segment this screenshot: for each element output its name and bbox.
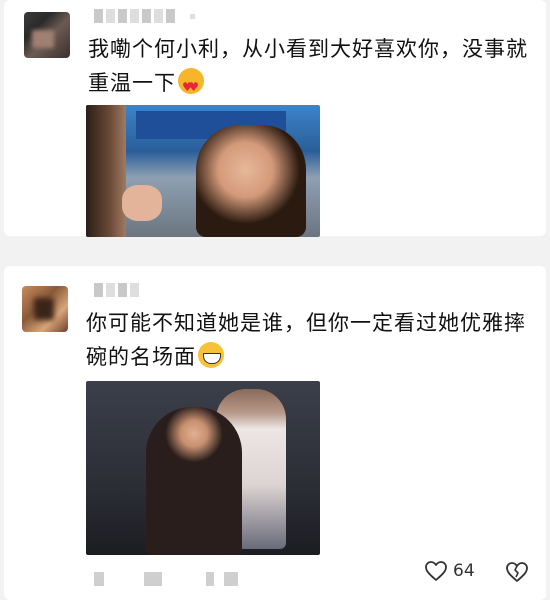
blurred-meta [144, 572, 162, 586]
image-person [146, 407, 242, 555]
image-person [86, 105, 126, 237]
like-button[interactable]: 64 [424, 560, 475, 582]
image-hand [122, 185, 162, 221]
username-blurred[interactable] [94, 282, 139, 298]
comment-image[interactable] [86, 105, 320, 237]
image-person [196, 125, 306, 237]
blurred-meta [94, 572, 104, 586]
comment-text: 我嘞个何小利，从小看到大好喜欢你，没事就重温一下 [88, 32, 528, 104]
comment-text: 你可能不知道她是谁，但你一定看过她优雅摔碗的名场面 [86, 311, 526, 369]
username-blurred[interactable] [94, 8, 195, 24]
heart-eyes-emoji-icon [178, 68, 204, 104]
blurred-meta [224, 572, 238, 586]
dislike-button[interactable] [505, 561, 529, 587]
avatar[interactable] [22, 286, 68, 332]
like-count: 64 [453, 561, 475, 581]
grinning-emoji-icon [198, 342, 224, 368]
heart-outline-icon [425, 561, 447, 581]
broken-heart-icon [506, 562, 528, 582]
avatar[interactable] [24, 12, 70, 58]
blurred-meta [206, 572, 214, 586]
comment-footer: 64 [0, 556, 550, 600]
comment-image[interactable] [86, 381, 320, 555]
